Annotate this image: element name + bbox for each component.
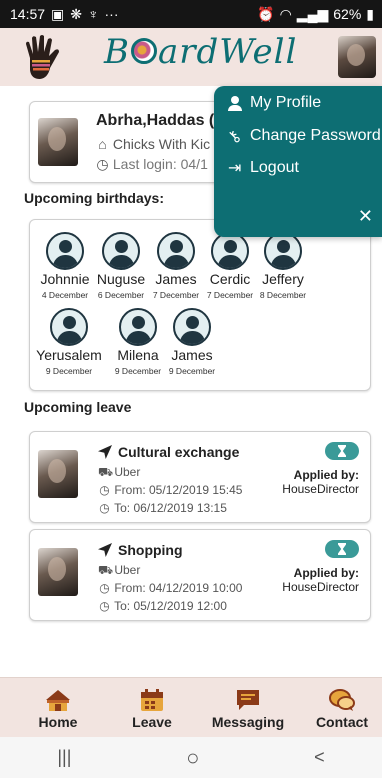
clock-icon: ◷ [96,156,109,172]
birthday-person[interactable]: James 9 December [157,308,227,376]
menu-item-label: Change Password [250,127,381,144]
menu-item-my-profile[interactable]: My Profile [228,94,321,112]
gallery-icon: ▣ [51,5,65,22]
nav-label: Contact [315,714,369,730]
clock-icon: ◷ [99,599,110,613]
applied-by-label: Applied by: [293,468,359,482]
leave-from: ◷ From: 05/12/2019 15:45 [99,483,243,497]
battery-icon: ▮ [366,5,374,22]
status-time: 14:57 [10,6,46,22]
brand-suffix: ardWell [158,32,298,72]
nav-label: Messaging [211,714,285,730]
leave-title: Upcoming leave [24,399,132,415]
menu-item-label: My Profile [250,94,322,111]
battery-percent: 62% [333,6,362,22]
brand-globe-icon [131,38,157,64]
message-icon [210,686,286,712]
leave-to: ◷ To: 05/12/2019 12:00 [99,599,227,613]
leave-to: ◷ To: 06/12/2019 13:15 [99,501,227,515]
user-avatar-icon [119,308,157,346]
leave-from: ◷ From: 04/12/2019 10:00 [99,581,243,595]
clock-icon: ◷ [99,501,110,515]
birthday-date: 9 December [168,366,216,376]
menu-item-logout[interactable]: ⇥ Logout [228,158,299,178]
applied-by-value: HouseDirector [282,482,359,496]
birthday-name: Jeffery [262,271,304,287]
contact-icon [312,686,372,712]
leave-photo [38,548,78,596]
system-navigation-bar: ||| ○ < [0,737,382,778]
user-avatar-icon [50,308,88,346]
status-bar: 14:57 ▣ ❋ ♆ ··· ⏰ ◠ ▂▄▆ 62% ▮ [0,0,382,28]
more-notifications-icon: ··· [104,6,119,22]
profile-dropdown-menu: My Profile ⚷ Change Password ⇥ Logout ✕ [214,86,382,237]
car-icon: ⛟ [98,563,114,577]
birthday-person[interactable]: Yerusalem 9 December [34,308,104,376]
applied-by-value: HouseDirector [282,580,359,594]
birthdays-title: Upcoming birthdays: [24,190,165,206]
nav-item-leave[interactable]: Leave [128,686,176,730]
leave-photo [38,450,78,498]
key-icon: ⚷ [224,127,245,148]
clock-icon: ◷ [99,581,110,595]
leave-card[interactable]: Shopping ⛟ Uber ◷ From: 04/12/2019 10:00… [29,529,371,621]
profile-school: ⌂ Chicks With Kic [96,136,210,152]
nav-item-messaging[interactable]: Messaging [210,686,286,730]
system-home-button[interactable]: ○ [186,745,199,771]
nav-label: Home [38,714,78,730]
leave-card[interactable]: Cultural exchange ⛟ Uber ◷ From: 05/12/2… [29,431,371,523]
leave-item-title: Cultural exchange [98,444,239,460]
nav-label: Leave [132,714,172,730]
home-icon [34,686,82,712]
car-icon: ⛟ [98,465,114,479]
hand-logo-icon[interactable] [22,34,62,82]
signal-icon: ▂▄▆ [296,5,329,22]
home-icon: ⌂ [98,136,107,152]
leave-transport: ⛟ Uber [98,465,141,479]
logout-icon: ⇥ [228,160,242,177]
user-avatar-icon [211,232,249,270]
profile-last-login: ◷ Last login: 04/1 [96,156,208,172]
usb-icon: ♆ [88,6,99,22]
birthday-name: Yerusalem [36,347,102,363]
profile-name: Abrha,Haddas (A [96,112,226,129]
brand-prefix: B [104,32,130,72]
leave-item-title: Shopping [98,542,183,558]
app-header: BardWell [0,28,382,86]
hourglass-icon [325,442,359,460]
birthday-name: James [171,347,213,363]
user-avatar-icon [264,232,302,270]
app-brand: BardWell [104,32,297,72]
user-avatar-icon [46,232,84,270]
user-avatar-icon [102,232,140,270]
profile-photo [38,118,78,166]
system-back-button[interactable]: < [314,747,325,768]
menu-item-label: Logout [250,159,299,176]
user-avatar-icon [157,232,195,270]
user-avatar-icon [173,308,211,346]
recent-apps-button[interactable]: ||| [57,747,71,768]
wifi-icon: ◠ [279,5,292,22]
header-avatar[interactable] [338,36,376,78]
birthdays-card: Johnnie 4 December Nuguse 6 December Jam… [29,219,371,391]
calendar-icon [128,686,176,712]
birthday-person[interactable]: Jeffery 8 December [248,232,318,300]
birthday-date: 9 December [45,366,93,376]
applied-by-label: Applied by: [293,566,359,580]
hourglass-icon [325,540,359,558]
bottom-navigation: Home Leave Messaging Contact [0,677,382,737]
birthday-date: 8 December [259,290,307,300]
location-arrow-icon [98,445,112,459]
nav-item-contact[interactable]: Contact [312,686,372,730]
clock-icon: ◷ [99,483,110,497]
close-icon[interactable]: ✕ [358,206,373,227]
menu-item-change-password[interactable]: ⚷ Change Password [224,126,381,147]
alarm-icon: ⏰ [257,5,275,22]
nav-item-home[interactable]: Home [34,686,82,730]
user-icon [228,95,242,111]
leave-transport: ⛟ Uber [98,563,141,577]
notification-icon: ❋ [70,5,83,22]
location-arrow-icon [98,543,112,557]
